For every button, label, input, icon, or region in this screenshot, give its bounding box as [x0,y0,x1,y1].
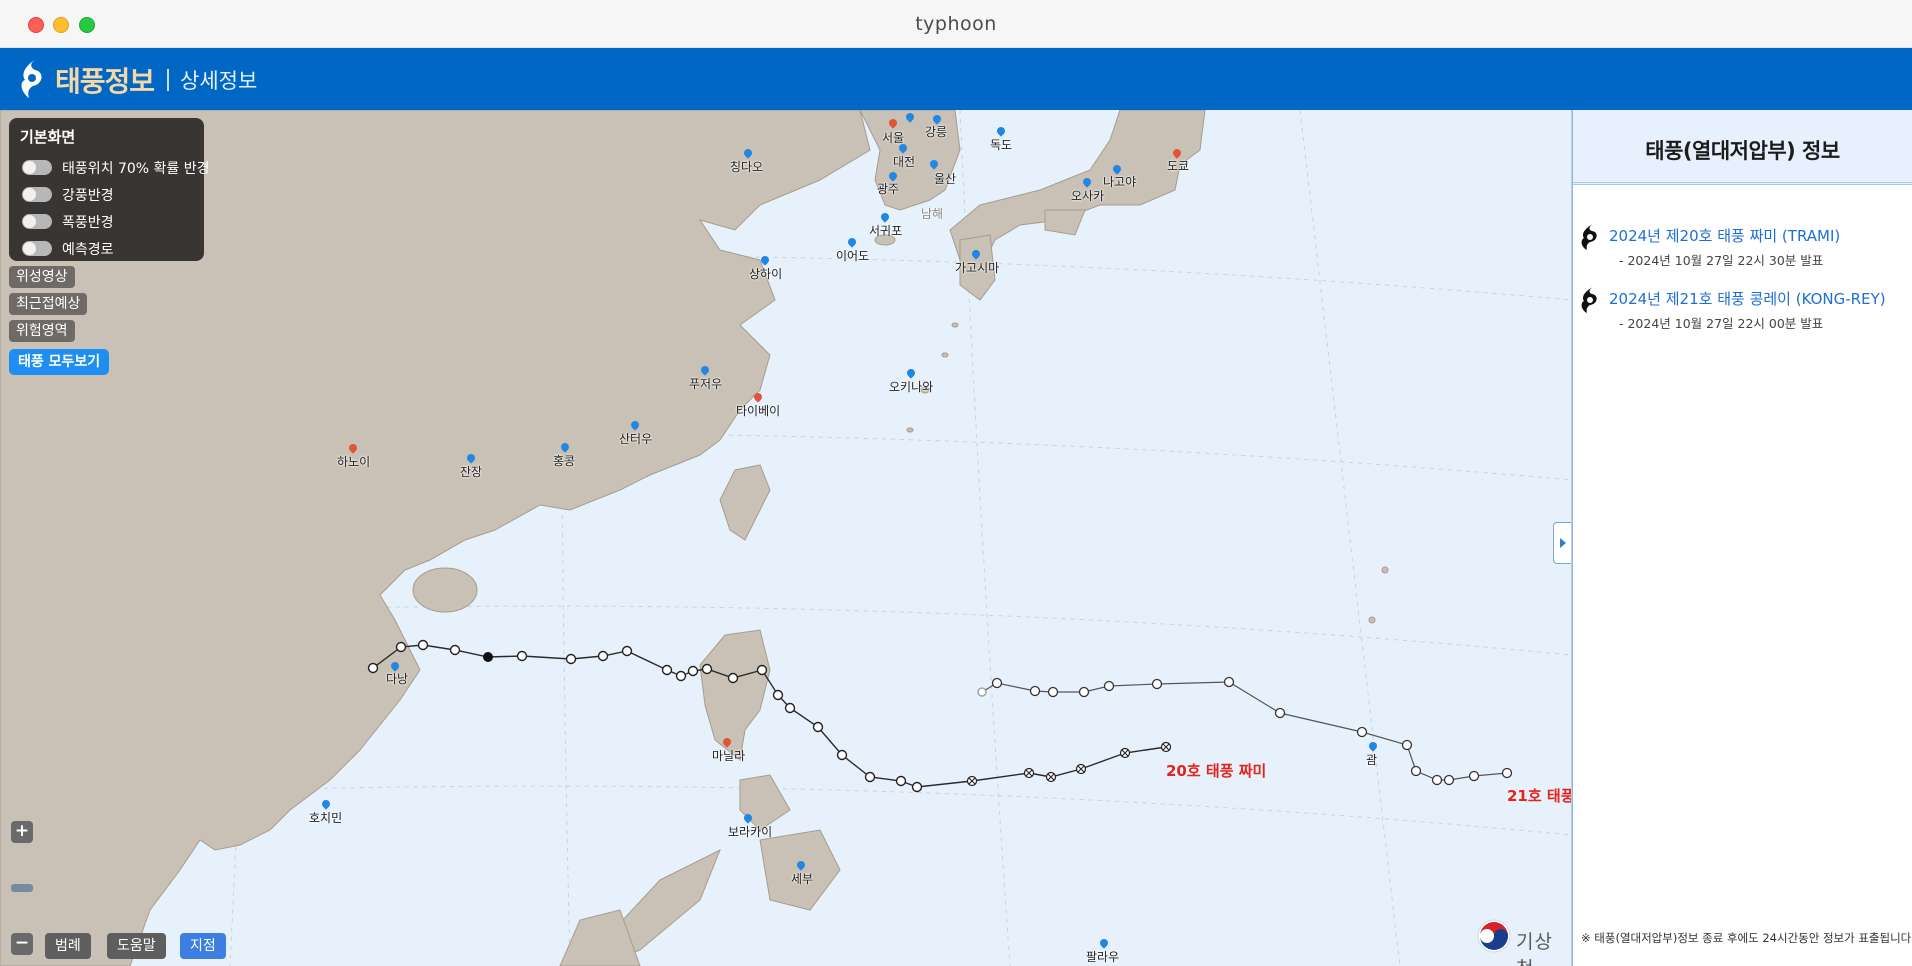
typhoon-logo-icon [21,60,42,98]
toggle-switch[interactable] [22,214,52,229]
city-label-hongkong: 홍콩 [553,454,576,468]
panel-header: 태풍(열대저압부) 정보 [1573,110,1912,185]
typhoon-map[interactable]: 기본화면 태풍위치 70% 확률 반경 강풍반경 폭풍반경 예측경로 위성영상 … [0,110,1572,966]
city-label-nagoya: 나고야 [1103,175,1137,189]
window-titlebar: typhoon [0,0,1912,48]
brand-title[interactable]: 태풍정보 [55,60,155,100]
city-label-cebu: 세부 [791,872,814,886]
map-canvas[interactable] [0,110,1572,966]
city-label-hanoi: 하노이 [337,455,371,469]
city-label-shantou: 산터우 [619,432,653,446]
city-label-palau: 팔라우 [1086,950,1120,964]
panel-footnote: ※ 태풍(열대저압부)정보 종료 후에도 24시간동안 정보가 표출됩니다. [1581,931,1912,945]
city-label-fuzhou: 푸저우 [689,377,723,391]
typhoon-link-kongrey[interactable]: 2024년 제21호 태풍 콩레이 (KONG-REY) [1609,288,1886,309]
toggle-switch[interactable] [22,241,52,256]
agency-name: 기상청 [1516,931,1553,966]
typhoon-list-item[interactable]: 2024년 제21호 태풍 콩레이 (KONG-REY) - 2024년 10월… [1579,286,1899,332]
layer-panel-title: 기본화면 [20,128,76,146]
typhoon-issue-time: - 2024년 10월 27일 22시 30분 발표 [1619,253,1824,268]
typhoon-label-trami[interactable]: 20호 태풍 짜미 [1166,760,1266,781]
layer-label: 강풍반경 [62,188,114,204]
city-label-daejeon: 대전 [893,155,916,169]
city-label-boracay: 보라카이 [728,825,773,839]
closest-approach-button[interactable]: 최근접예상 [9,293,88,315]
danger-zone-button[interactable]: 위험영역 [9,320,75,342]
panel-collapse-toggle[interactable] [1553,522,1571,564]
city-label-manila: 마닐라 [712,749,746,763]
help-button[interactable]: 도움말 [107,933,166,959]
toggle-switch[interactable] [22,160,52,175]
sea-label-south: 남해 [921,207,944,221]
city-label-ieodo: 이어도 [836,249,870,263]
show-all-typhoons-button[interactable]: 태풍 모두보기 [9,349,110,375]
city-label-okinawa: 오키나와 [889,380,934,394]
layer-label: 폭풍반경 [62,215,114,231]
city-label-danang: 다낭 [386,672,409,686]
typhoon-label-kongrey[interactable]: 21호 태풍 [1507,785,1571,806]
window-title: typhoon [915,13,997,35]
typhoon-issue-time: - 2024년 10월 27일 22시 00분 발표 [1619,316,1824,331]
city-label-dokdo: 독도 [990,138,1013,152]
toggle-switch[interactable] [22,187,52,202]
zoom-out-button[interactable]: − [11,933,33,955]
layer-control-panel: 기본화면 태풍위치 70% 확률 반경 강풍반경 폭풍반경 예측경로 [9,118,210,261]
panel-title: 태풍(열대저압부) 정보 [1645,139,1840,163]
city-label-seogwipo: 서귀포 [869,224,903,238]
city-label-shanghai: 상하이 [749,267,783,281]
typhoon-link-trami[interactable]: 2024년 제20호 태풍 짜미 (TRAMI) [1609,225,1840,246]
layer-label: 태풍위치 70% 확률 반경 [62,161,210,177]
zoom-slider[interactable] [11,884,33,892]
city-label-zhanjiang: 잔장 [460,465,483,479]
city-label-guam: 괌 [1366,753,1378,767]
station-button[interactable]: 지점 [180,933,226,959]
app-header: 태풍정보 상세정보 [0,48,1912,110]
typhoon-icon [1581,287,1597,313]
city-label-taipei: 타이베이 [736,404,781,418]
page-subtitle: 상세정보 [180,69,258,93]
typhoon-info-panel: 태풍(열대저압부) 정보 2024년 제20호 태풍 짜미 (TRAMI) - … [1572,110,1912,966]
city-label-qingdao: 칭다오 [730,160,764,174]
typhoon-list-item[interactable]: 2024년 제20호 태풍 짜미 (TRAMI) - 2024년 10월 27일… [1579,223,1899,269]
city-label-hochiminh: 호치민 [309,811,343,825]
city-label-gangneung: 강릉 [925,125,948,139]
legend-button[interactable]: 범례 [45,933,91,959]
satellite-image-button[interactable]: 위성영상 [9,266,75,288]
zoom-in-button[interactable]: + [11,821,33,843]
kma-emblem-icon [1477,919,1511,953]
typhoon-icon [1581,224,1597,250]
city-label-gwangju: 광주 [877,182,900,196]
layer-label: 예측경로 [62,242,114,258]
city-label-osaka: 오사카 [1071,189,1105,203]
city-label-ulsan: 울산 [934,172,957,186]
header-divider [167,69,169,91]
city-label-tokyo: 도쿄 [1167,159,1190,173]
city-label-kagoshima: 가고시마 [955,261,1000,275]
